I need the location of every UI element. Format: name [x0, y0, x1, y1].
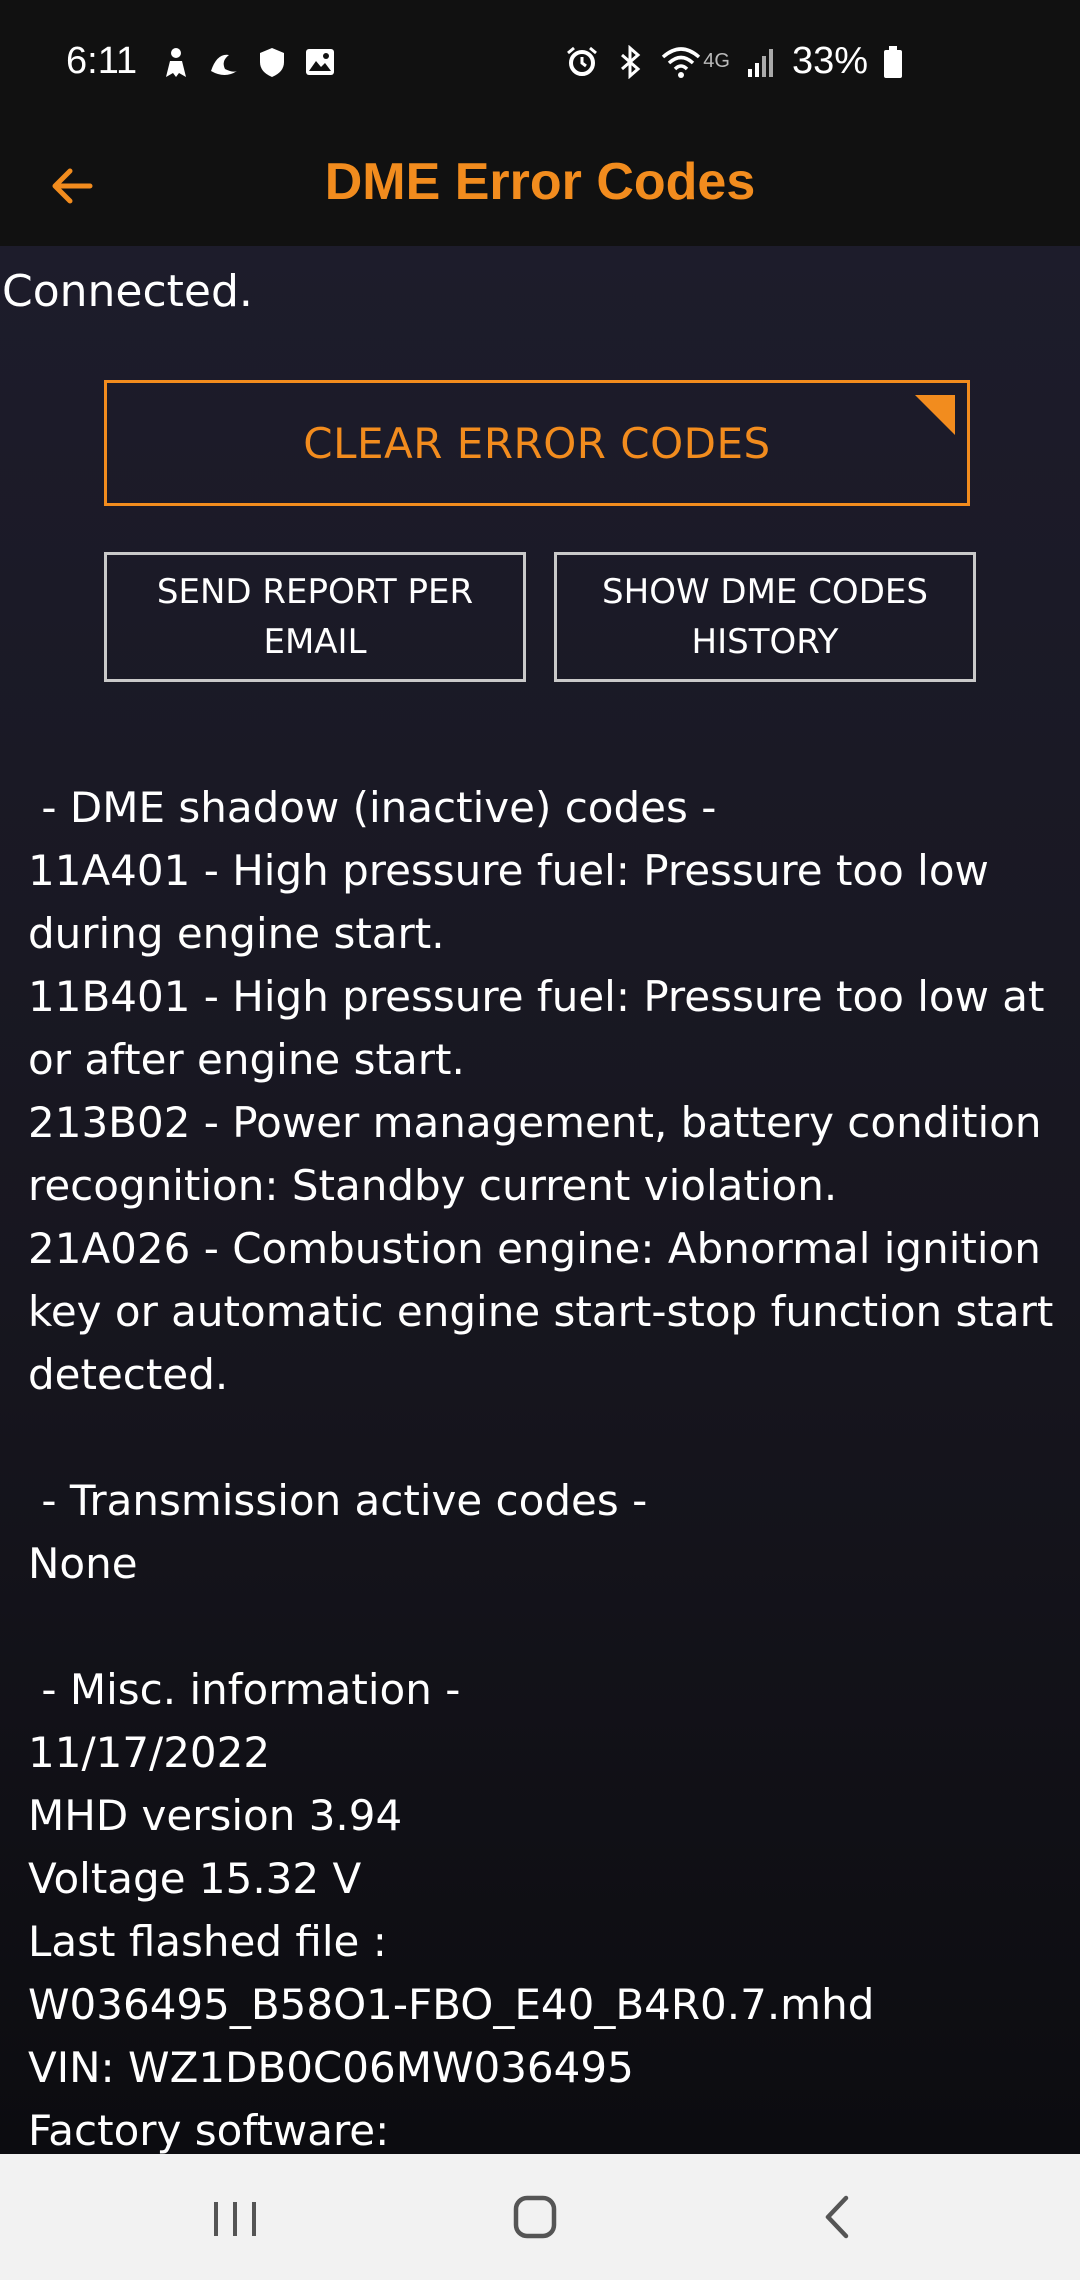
report-line: 21A026 - Combustion engine: Abnormal ign…	[28, 1224, 1067, 1399]
status-time: 6:11	[66, 40, 138, 82]
gallery-icon	[303, 45, 337, 79]
report-line: Factory software:	[28, 2106, 390, 2154]
corner-indicator-icon	[915, 395, 955, 435]
person-icon	[159, 45, 193, 79]
home-icon[interactable]	[500, 2182, 570, 2252]
error-report-text: - DME shadow (inactive) codes - 11A401 - …	[28, 776, 1068, 2154]
network-label: 4G	[703, 50, 730, 72]
report-line: Last flashed file :	[28, 1917, 387, 1966]
report-line	[28, 1595, 1068, 1658]
status-bar: 6:11 4G 33%	[0, 0, 1080, 130]
battery-percent: 33%	[791, 40, 868, 82]
report-line: None	[28, 1539, 138, 1588]
wifi-icon	[661, 45, 701, 79]
clear-error-codes-button[interactable]: CLEAR ERROR CODES	[104, 380, 970, 506]
report-line: MHD version 3.94	[28, 1791, 403, 1840]
main-content[interactable]: Connected. CLEAR ERROR CODES SEND REPORT…	[0, 246, 1080, 2154]
report-line: - Misc. information -	[28, 1665, 461, 1714]
status-right-group: 4G 33%	[565, 40, 904, 83]
battery-icon	[882, 45, 904, 79]
send-report-label: SEND REPORT PER EMAIL	[156, 572, 474, 662]
show-history-button[interactable]: SHOW DME CODES HISTORY	[554, 552, 976, 682]
report-line: 213B02 - Power management, battery condi…	[28, 1098, 1055, 1210]
shield-icon	[255, 45, 289, 79]
report-line	[28, 1406, 1068, 1469]
clear-error-codes-label: CLEAR ERROR CODES	[303, 418, 771, 468]
app-bar: DME Error Codes	[0, 130, 1080, 246]
report-line: 11B401 - High pressure fuel: Pressure to…	[28, 972, 1058, 1084]
report-line: 11/17/2022	[28, 1728, 271, 1777]
back-icon[interactable]	[802, 2182, 872, 2252]
alarm-icon	[565, 45, 599, 79]
report-line: 11A401 - High pressure fuel: Pressure to…	[28, 846, 1003, 958]
connection-status: Connected.	[2, 266, 253, 317]
report-line: - DME shadow (inactive) codes -	[28, 783, 717, 832]
recents-icon[interactable]	[200, 2182, 270, 2252]
report-line: VIN: WZ1DB0C06MW036495	[28, 2043, 634, 2092]
show-history-label: SHOW DME CODES HISTORY	[602, 572, 928, 662]
bluetooth-icon	[613, 44, 647, 79]
page-title: DME Error Codes	[324, 153, 756, 211]
navigation-bar	[0, 2154, 1080, 2280]
signal-icon	[744, 45, 778, 79]
report-line: Voltage 15.32 V	[28, 1854, 362, 1903]
report-line: - Transmission active codes -	[28, 1476, 648, 1525]
report-line: W036495_B58O1-FBO_E40_B4R0.7.mhd	[28, 1980, 875, 2029]
status-left-group: 6:11	[66, 40, 337, 83]
moon-icon	[207, 45, 241, 79]
send-report-button[interactable]: SEND REPORT PER EMAIL	[104, 552, 526, 682]
